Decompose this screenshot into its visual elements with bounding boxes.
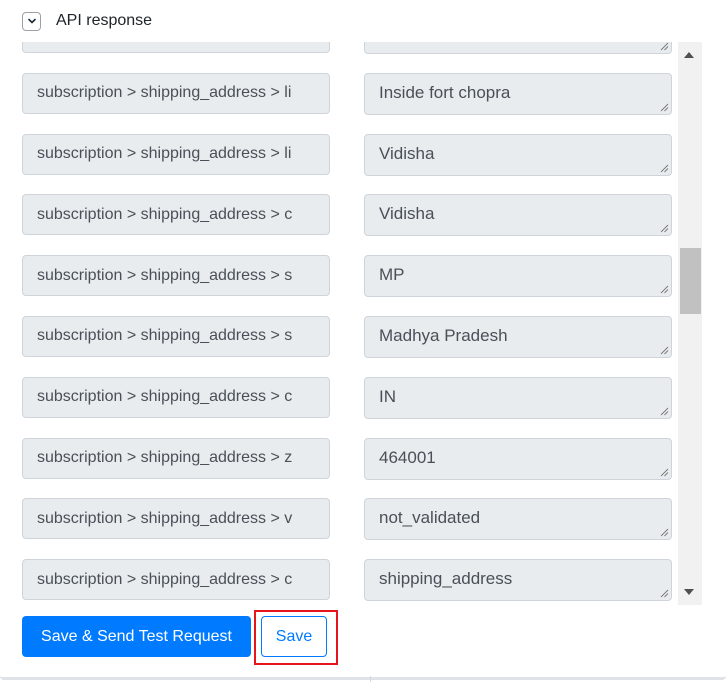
field-key-text: subscription > shipping_address > c: [37, 205, 293, 223]
field-value-textarea[interactable]: shipping_address: [364, 559, 672, 602]
field-row: subscription > shipping_address > c Vidis…: [0, 194, 700, 255]
save-button[interactable]: Save: [261, 616, 327, 657]
field-value-text: Madhya Pradesh: [379, 325, 508, 345]
resize-grip-icon[interactable]: [659, 284, 669, 294]
field-key-input[interactable]: subscription > shipping_address > li: [22, 133, 330, 175]
scroll-thumb[interactable]: [680, 248, 701, 314]
field-key-text: subscription > shipping_address > c: [37, 388, 293, 406]
field-key-text: subscription > shipping_address > c: [37, 570, 293, 588]
field-row: subscription > shipping_address > v not_v…: [0, 498, 700, 559]
field-value-text: not_validated: [379, 508, 481, 528]
field-key-input[interactable]: subscription > shipping_address > li: [22, 72, 330, 114]
field-value-text: Inside fort chopra: [379, 82, 511, 102]
field-key-text: subscription > shipping_address > s: [37, 327, 293, 345]
field-value-textarea[interactable]: MP: [364, 255, 672, 298]
resize-grip-icon[interactable]: [659, 345, 669, 355]
field-row: [0, 42, 700, 73]
resize-grip-icon[interactable]: [659, 527, 669, 537]
field-value-textarea[interactable]: Vidisha: [364, 133, 672, 176]
resize-grip-icon[interactable]: [659, 163, 669, 173]
field-value-textarea[interactable]: [364, 42, 672, 54]
field-row: subscription > shipping_address > z 46400…: [0, 437, 700, 499]
field-key-input[interactable]: subscription > shipping_address > s: [22, 255, 330, 297]
field-key-input[interactable]: [22, 42, 330, 53]
field-row: subscription > shipping_address > c shipp…: [0, 559, 700, 602]
vertical-scrollbar[interactable]: [678, 42, 702, 605]
scroll-up-arrow-icon[interactable]: [684, 52, 694, 58]
field-key-input[interactable]: subscription > shipping_address > c: [22, 376, 330, 418]
field-key-input[interactable]: subscription > shipping_address > c: [22, 194, 330, 236]
field-value-textarea[interactable]: 464001: [364, 437, 672, 480]
field-key-input[interactable]: subscription > shipping_address > z: [22, 437, 330, 479]
field-key-input[interactable]: subscription > shipping_address > s: [22, 315, 330, 357]
field-row: subscription > shipping_address > s MP: [0, 255, 700, 316]
field-value-text: Vidisha: [379, 143, 435, 163]
api-response-header: API response: [22, 10, 152, 32]
field-key-text: subscription > shipping_address > z: [37, 449, 293, 467]
field-value-textarea[interactable]: Vidisha: [364, 194, 672, 237]
resize-grip-icon[interactable]: [659, 42, 669, 51]
resize-grip-icon[interactable]: [659, 102, 669, 112]
resize-grip-icon[interactable]: [659, 223, 669, 233]
resize-grip-icon[interactable]: [659, 467, 669, 477]
save-and-send-test-request-button[interactable]: Save & Send Test Request: [22, 616, 251, 657]
resize-grip-icon[interactable]: [659, 588, 669, 598]
collapse-toggle[interactable]: [22, 11, 41, 31]
field-key-text: subscription > shipping_address > li: [37, 84, 292, 102]
field-value-text: IN: [379, 386, 396, 406]
scroll-down-arrow-icon[interactable]: [684, 589, 694, 595]
field-row: subscription > shipping_address > s Madhy…: [0, 315, 700, 377]
section-title: API response: [56, 12, 153, 29]
bottom-divider: [370, 676, 371, 682]
response-fields-list[interactable]: subscription > shipping_address > li Insi…: [0, 42, 700, 602]
field-row: subscription > shipping_address > li Vidi…: [0, 133, 700, 195]
field-value-text: 464001: [379, 447, 436, 467]
field-row: subscription > shipping_address > li Insi…: [0, 72, 700, 134]
field-value-textarea[interactable]: Inside fort chopra: [364, 72, 672, 115]
field-value-text: Vidisha: [379, 204, 435, 224]
field-value-textarea[interactable]: Madhya Pradesh: [364, 315, 672, 358]
field-key-input[interactable]: subscription > shipping_address > c: [22, 559, 330, 601]
field-key-text: subscription > shipping_address > s: [37, 266, 293, 284]
field-key-text: subscription > shipping_address > v: [37, 509, 293, 527]
field-value-text: MP: [379, 265, 405, 285]
api-response-panel: API response subscription > shipping_add…: [0, 0, 726, 680]
chevron-down-icon: [27, 18, 36, 24]
field-value-textarea[interactable]: IN: [364, 376, 672, 419]
field-key-text: subscription > shipping_address > li: [37, 145, 292, 163]
field-key-input[interactable]: subscription > shipping_address > v: [22, 498, 330, 540]
resize-grip-icon[interactable]: [659, 406, 669, 416]
field-value-textarea[interactable]: not_validated: [364, 498, 672, 541]
field-rows: subscription > shipping_address > li Insi…: [0, 42, 700, 602]
field-value-text: shipping_address: [379, 569, 513, 589]
field-row: subscription > shipping_address > c IN: [0, 376, 700, 438]
